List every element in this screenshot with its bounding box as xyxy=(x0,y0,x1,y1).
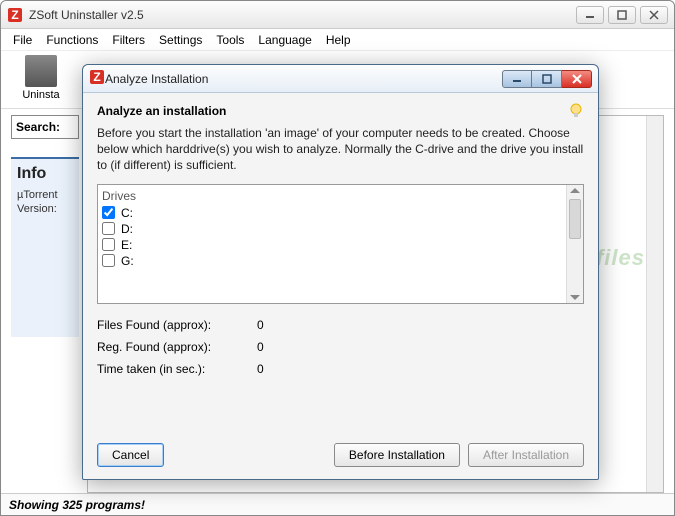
dialog-window-controls xyxy=(502,70,592,88)
svg-text:Z: Z xyxy=(11,8,18,22)
stat-reg-label: Reg. Found (approx): xyxy=(97,340,257,354)
drive-checkbox-c[interactable] xyxy=(102,206,115,219)
scrollbar-thumb[interactable] xyxy=(569,199,581,239)
drive-row-e[interactable]: E: xyxy=(102,237,562,253)
minimize-button[interactable] xyxy=(576,6,604,24)
lightbulb-icon xyxy=(568,103,584,119)
search-label: Search: xyxy=(16,120,60,134)
drive-checkbox-d[interactable] xyxy=(102,222,115,235)
status-text: Showing 325 programs! xyxy=(9,498,145,512)
app-icon: Z xyxy=(7,7,23,23)
svg-text:Z: Z xyxy=(93,70,100,84)
menu-language[interactable]: Language xyxy=(252,31,317,49)
stat-reg: Reg. Found (approx): 0 xyxy=(97,340,584,354)
dialog-description: Before you start the installation 'an im… xyxy=(97,125,584,174)
dialog-body: Analyze an installation Before you start… xyxy=(83,93,598,479)
list-scrollbar[interactable] xyxy=(646,116,663,492)
dialog-icon: Z xyxy=(89,69,105,88)
after-label: After Installation xyxy=(483,448,569,462)
close-button[interactable] xyxy=(640,6,668,24)
before-installation-button[interactable]: Before Installation xyxy=(334,443,460,467)
cancel-button[interactable]: Cancel xyxy=(97,443,164,467)
uninstall-icon xyxy=(25,55,57,87)
drive-row-d[interactable]: D: xyxy=(102,221,562,237)
before-label: Before Installation xyxy=(349,448,445,462)
stat-time-value: 0 xyxy=(257,362,297,376)
info-panel: Info µTorrent Version: xyxy=(11,157,79,337)
drive-label: G: xyxy=(121,254,134,268)
toolbar-uninstall[interactable]: Uninsta xyxy=(11,55,71,101)
menu-filters[interactable]: Filters xyxy=(106,31,151,49)
dialog-close-button[interactable] xyxy=(562,70,592,88)
drives-listbox: Drives C: D: E: G: xyxy=(97,184,584,304)
dialog-heading: Analyze an installation xyxy=(97,104,226,118)
main-title: ZSoft Uninstaller v2.5 xyxy=(29,8,576,22)
main-titlebar: Z ZSoft Uninstaller v2.5 xyxy=(1,1,674,29)
dialog-heading-row: Analyze an installation xyxy=(97,103,584,119)
drives-list: Drives C: D: E: G: xyxy=(98,185,566,303)
stat-files-label: Files Found (approx): xyxy=(97,318,257,332)
drive-checkbox-e[interactable] xyxy=(102,238,115,251)
dialog-maximize-button[interactable] xyxy=(532,70,562,88)
drives-scrollbar[interactable] xyxy=(566,185,583,303)
info-line1: µTorrent xyxy=(17,189,73,201)
stat-files-value: 0 xyxy=(257,318,297,332)
uninstall-label: Uninsta xyxy=(22,89,59,101)
stats-block: Files Found (approx): 0 Reg. Found (appr… xyxy=(97,318,584,384)
stat-files: Files Found (approx): 0 xyxy=(97,318,584,332)
drive-label: C: xyxy=(121,206,133,220)
drive-label: E: xyxy=(121,238,132,252)
stat-reg-value: 0 xyxy=(257,340,297,354)
window-controls xyxy=(576,6,668,24)
menu-functions[interactable]: Functions xyxy=(40,31,104,49)
dialog-footer: Cancel Before Installation After Install… xyxy=(97,433,584,467)
stat-time-label: Time taken (in sec.): xyxy=(97,362,257,376)
analyze-dialog: Z Analyze Installation Analyze an instal… xyxy=(82,64,599,480)
drive-row-g[interactable]: G: xyxy=(102,253,562,269)
menu-help[interactable]: Help xyxy=(320,31,357,49)
left-panel: Search: Info µTorrent Version: xyxy=(11,115,79,493)
menu-file[interactable]: File xyxy=(7,31,38,49)
drives-header: Drives xyxy=(102,187,562,205)
info-line2: Version: xyxy=(17,203,73,215)
dialog-minimize-button[interactable] xyxy=(502,70,532,88)
drive-row-c[interactable]: C: xyxy=(102,205,562,221)
cancel-label: Cancel xyxy=(112,448,149,462)
stat-time: Time taken (in sec.): 0 xyxy=(97,362,584,376)
info-title: Info xyxy=(17,165,73,183)
dialog-title: Analyze Installation xyxy=(105,72,502,86)
menu-settings[interactable]: Settings xyxy=(153,31,208,49)
after-installation-button[interactable]: After Installation xyxy=(468,443,584,467)
search-box: Search: xyxy=(11,115,79,139)
drive-label: D: xyxy=(121,222,133,236)
drive-checkbox-g[interactable] xyxy=(102,254,115,267)
menubar: File Functions Filters Settings Tools La… xyxy=(1,29,674,51)
dialog-titlebar[interactable]: Z Analyze Installation xyxy=(83,65,598,93)
statusbar: Showing 325 programs! xyxy=(1,493,674,515)
menu-tools[interactable]: Tools xyxy=(210,31,250,49)
maximize-button[interactable] xyxy=(608,6,636,24)
